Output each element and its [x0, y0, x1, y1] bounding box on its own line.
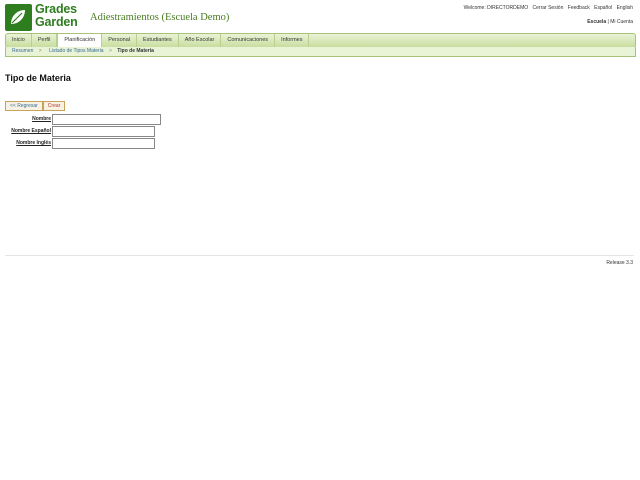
back-button[interactable]: << Regresar [5, 101, 43, 111]
spanish-link[interactable]: Español [594, 5, 612, 11]
account-separator: | [607, 19, 609, 25]
menu-item-planificacion[interactable]: Planificación [57, 34, 103, 47]
breadcrumb-current: Tipo de Materia [117, 48, 154, 54]
menu-item-inicio[interactable]: Inicio [6, 34, 32, 47]
breadcrumb-home[interactable]: Resumen [12, 48, 33, 54]
top-links: Welcome: DIRECTORDEMO Cerrar Sesión Feed… [461, 5, 633, 11]
name-label: Nombre [32, 116, 51, 122]
name-es-label: Nombre Español [11, 128, 51, 134]
logout-link[interactable]: Cerrar Sesión [533, 5, 564, 11]
menu-item-estudiantes[interactable]: Estudiantes [137, 34, 179, 47]
leaf-icon [11, 10, 25, 24]
release-version: Release 3.3 [606, 260, 633, 266]
footer-divider [5, 255, 634, 256]
logo-box [5, 4, 32, 31]
subject-type-form: Nombre Nombre Español Nombre Inglés [5, 114, 165, 150]
page-title: Tipo de Materia [5, 73, 71, 83]
logo-text: Grades Garden [35, 3, 78, 29]
welcome-text: Welcome: DIRECTORDEMO [463, 5, 529, 11]
breadcrumb-list[interactable]: Listado de Tipos Materia [49, 48, 103, 54]
breadcrumb-separator: > [108, 48, 112, 54]
my-account-link[interactable]: Mi Cuenta [610, 19, 633, 25]
breadcrumb: Resumen > Listado de Tipos Materia > Tip… [5, 47, 636, 57]
grades-garden-logo[interactable]: Grades Garden [5, 3, 82, 31]
menu-item-personal[interactable]: Personal [102, 34, 137, 47]
action-buttons: << Regresar Crear [5, 94, 66, 112]
form-row-name-en: Nombre Inglés [5, 138, 165, 150]
menu-item-ano-escolar[interactable]: Año Escolar [179, 34, 222, 47]
name-es-field[interactable] [52, 126, 155, 137]
account-links: Escuela | Mi Cuenta [587, 19, 633, 25]
form-row-name: Nombre [5, 114, 165, 126]
logo-line2: Garden [35, 15, 78, 29]
menu-item-comunicaciones[interactable]: Comunicaciones [221, 34, 276, 47]
name-field[interactable] [52, 114, 161, 125]
breadcrumb-separator: > [38, 48, 42, 54]
school-name: Adiestramientos (Escuela Demo) [90, 12, 230, 23]
form-row-name-es: Nombre Español [5, 126, 165, 138]
menu-item-informes[interactable]: Informes [275, 34, 310, 47]
name-en-field[interactable] [52, 138, 155, 149]
english-link[interactable]: English [617, 5, 633, 11]
school-link[interactable]: Escuela [587, 19, 606, 25]
menu-item-perfil[interactable]: Perfil [32, 34, 58, 47]
name-en-label: Nombre Inglés [16, 140, 51, 146]
create-button[interactable]: Crear [42, 101, 66, 111]
feedback-link[interactable]: Feedback [568, 5, 590, 11]
main-menu: Inicio Perfil Planificación Personal Est… [5, 33, 636, 48]
